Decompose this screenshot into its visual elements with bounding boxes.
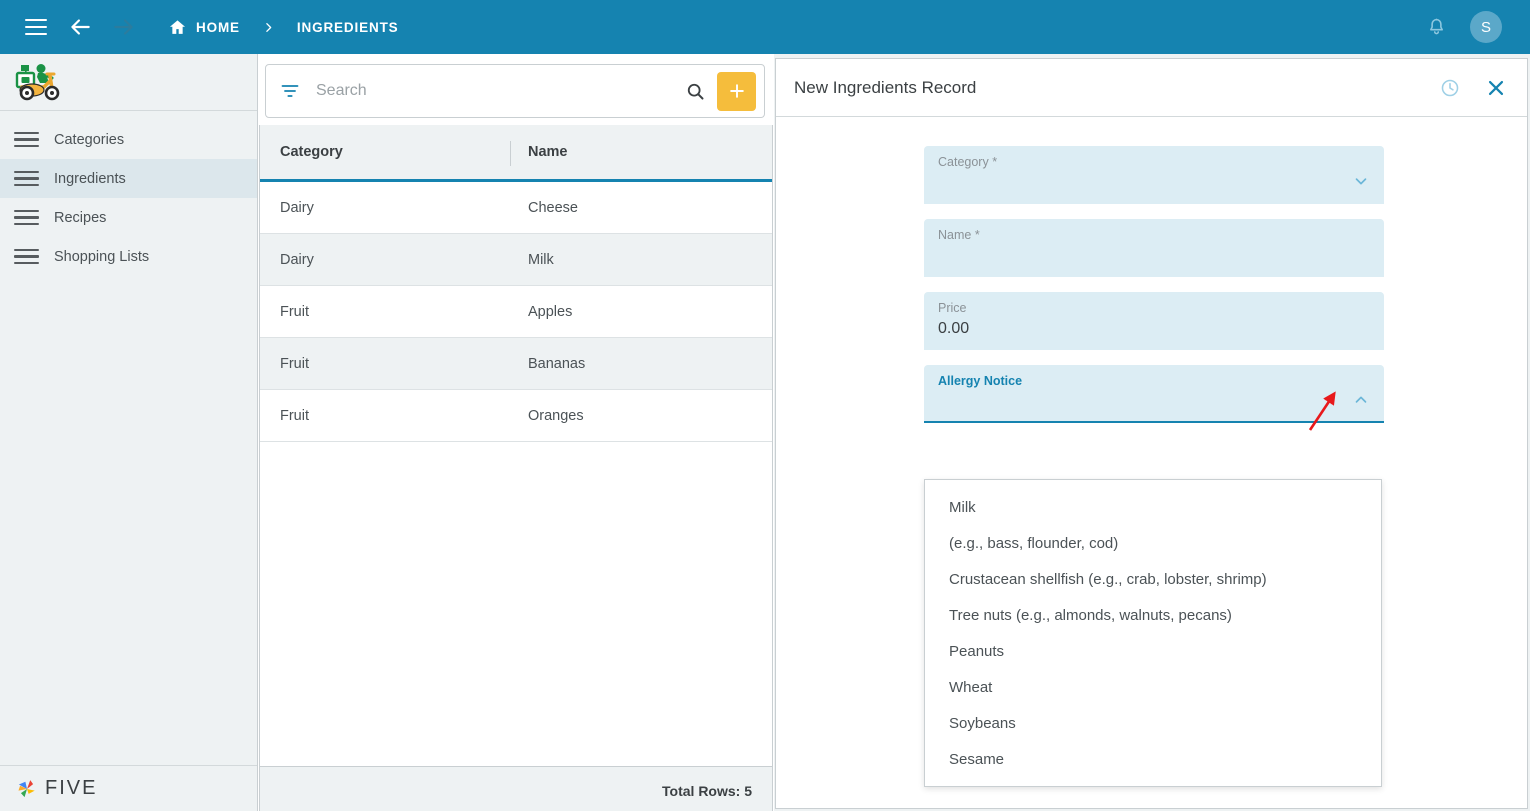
sidebar-item-label: Ingredients: [54, 170, 126, 187]
total-rows-label: Total Rows: 5: [662, 782, 752, 799]
back-button[interactable]: [58, 5, 102, 49]
column-divider[interactable]: [510, 141, 511, 166]
table-row[interactable]: Dairy Milk: [260, 234, 772, 286]
table-body: Dairy Cheese Dairy Milk Fruit Apples Fru…: [260, 182, 772, 442]
close-icon: [1488, 80, 1504, 95]
table-row[interactable]: Dairy Cheese: [260, 182, 772, 234]
cell-name: Apples: [528, 303, 573, 320]
record-panel-header: New Ingredients Record: [776, 59, 1527, 117]
dropdown-option[interactable]: Peanuts: [925, 633, 1381, 669]
chevron-up-icon[interactable]: [1352, 391, 1370, 414]
breadcrumb-item-ingredients[interactable]: INGREDIENTS: [297, 20, 399, 35]
category-field-label: Category *: [938, 155, 998, 169]
breadcrumb: HOME INGREDIENTS: [168, 18, 399, 37]
sidebar-nav: Categories Ingredients Recipes Shopping …: [0, 111, 257, 765]
list-icon: [14, 248, 50, 265]
top-bar: HOME INGREDIENTS S: [0, 0, 1530, 54]
add-record-button[interactable]: [717, 71, 756, 111]
history-clock-icon: [1441, 79, 1459, 96]
record-panel-actions: [1435, 73, 1511, 103]
dropdown-option[interactable]: Wheat: [925, 669, 1381, 705]
category-field[interactable]: Category *: [924, 146, 1384, 204]
chevron-down-icon[interactable]: [1352, 172, 1370, 195]
app-root: HOME INGREDIENTS S Categories Ingredient…: [0, 0, 1530, 811]
cell-name: Oranges: [528, 407, 584, 424]
top-bar-actions: S: [1416, 7, 1516, 47]
dropdown-option[interactable]: Milk: [925, 489, 1381, 525]
form-fields: Category * Name * Price 0.00 Allergy Not…: [924, 146, 1384, 423]
cell-category: Fruit: [280, 355, 309, 372]
cell-name: Cheese: [528, 199, 578, 216]
cell-category: Fruit: [280, 407, 309, 424]
arrow-forward-icon: [114, 19, 133, 35]
name-field[interactable]: Name *: [924, 219, 1384, 277]
dropdown-option[interactable]: Sesame: [925, 741, 1381, 777]
record-panel: New Ingredients Record Category * Name *…: [775, 58, 1528, 809]
name-field-label: Name *: [938, 228, 980, 242]
dropdown-option[interactable]: Crustacean shellfish (e.g., crab, lobste…: [925, 561, 1381, 597]
hamburger-menu-button[interactable]: [14, 5, 58, 49]
table-footer: Total Rows: 5: [260, 766, 772, 811]
filter-icon[interactable]: [280, 81, 306, 101]
close-button[interactable]: [1481, 73, 1511, 103]
brand-name: FIVE: [45, 777, 98, 799]
sidebar-item-shopping-lists[interactable]: Shopping Lists: [0, 237, 257, 276]
cell-category: Fruit: [280, 303, 309, 320]
table-header: Category Name: [260, 125, 772, 182]
sidebar: Categories Ingredients Recipes Shopping …: [0, 54, 258, 811]
sidebar-item-label: Categories: [54, 131, 125, 148]
allergy-notice-field-label: Allergy Notice: [938, 374, 1023, 388]
table-row[interactable]: Fruit Bananas: [260, 338, 772, 390]
cell-category: Dairy: [280, 251, 314, 268]
cell-name: Milk: [528, 251, 554, 268]
search-input[interactable]: [316, 82, 678, 100]
cell-category: Dairy: [280, 199, 314, 216]
column-header-name[interactable]: Name: [510, 144, 568, 160]
dropdown-option[interactable]: (e.g., bass, flounder, cod): [925, 525, 1381, 561]
notifications-button[interactable]: [1416, 7, 1456, 47]
table-row[interactable]: Fruit Apples: [260, 286, 772, 338]
sidebar-item-ingredients[interactable]: Ingredients: [0, 159, 257, 198]
forward-button[interactable]: [102, 5, 146, 49]
allergy-notice-field[interactable]: Allergy Notice: [924, 365, 1384, 423]
hamburger-menu-icon: [25, 19, 47, 35]
price-field-label: Price: [938, 301, 967, 315]
list-icon: [14, 170, 50, 187]
delivery-scooter-logo: [15, 64, 60, 101]
price-field-value: 0.00: [938, 320, 970, 337]
breadcrumb-item-home[interactable]: HOME: [196, 20, 240, 35]
cell-name: Bananas: [528, 355, 586, 372]
search-bar: [265, 64, 765, 118]
plus-icon: [729, 84, 744, 98]
dropdown-option[interactable]: Soybeans: [925, 705, 1381, 741]
allergy-notice-dropdown: Milk (e.g., bass, flounder, cod) Crustac…: [924, 479, 1382, 787]
five-pinwheel-logo: [18, 779, 35, 797]
price-field[interactable]: Price 0.00: [924, 292, 1384, 350]
search-icon[interactable]: [678, 81, 712, 102]
sidebar-logo: [0, 54, 257, 111]
avatar[interactable]: S: [1470, 11, 1502, 43]
sidebar-item-recipes[interactable]: Recipes: [0, 198, 257, 237]
bell-icon: [1429, 18, 1443, 34]
column-header-category[interactable]: Category: [260, 144, 510, 160]
dropdown-option[interactable]: Tree nuts (e.g., almonds, walnuts, pecan…: [925, 597, 1381, 633]
list-icon: [14, 209, 50, 226]
list-panel: Category Name Dairy Cheese Dairy Milk Fr…: [258, 54, 774, 811]
list-icon: [14, 131, 50, 148]
ingredients-table: Category Name Dairy Cheese Dairy Milk Fr…: [259, 125, 773, 811]
chevron-right-icon: [262, 21, 275, 34]
record-form: Category * Name * Price 0.00 Allergy Not…: [776, 117, 1527, 787]
home-icon: [168, 18, 187, 37]
history-button[interactable]: [1435, 73, 1465, 103]
table-row[interactable]: Fruit Oranges: [260, 390, 772, 442]
sidebar-item-categories[interactable]: Categories: [0, 120, 257, 159]
sidebar-item-label: Recipes: [54, 209, 107, 226]
brand-footer: FIVE: [0, 765, 257, 811]
record-panel-title: New Ingredients Record: [794, 77, 977, 97]
sidebar-item-label: Shopping Lists: [54, 248, 150, 265]
arrow-back-icon: [71, 19, 90, 35]
